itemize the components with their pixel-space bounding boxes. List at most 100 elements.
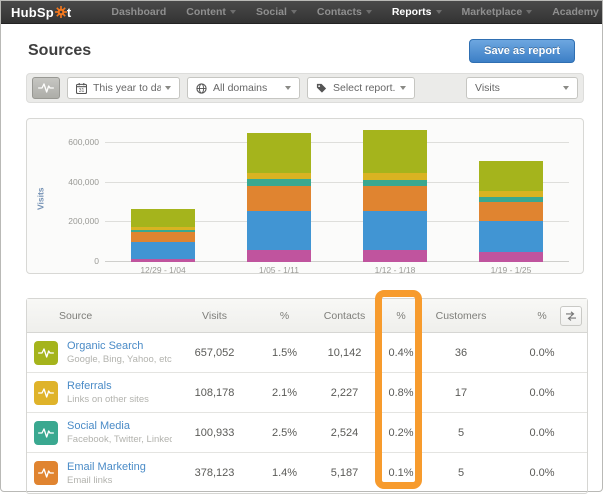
save-as-report-button[interactable]: Save as report bbox=[469, 39, 575, 63]
visits-pct-value: 1.5% bbox=[257, 333, 312, 373]
report-select-dropdown[interactable]: Select report... bbox=[307, 77, 415, 99]
visits-value: 378,123 bbox=[172, 453, 257, 493]
stacked-bar bbox=[479, 161, 543, 262]
transpose-columns-button[interactable] bbox=[560, 306, 582, 326]
contacts-pct-value: 0.8% bbox=[377, 373, 425, 413]
teal-segment bbox=[247, 179, 311, 186]
nav-item-marketplace[interactable]: Marketplace bbox=[462, 6, 533, 18]
chevron-down-icon bbox=[366, 10, 372, 14]
nav-item-dashboard[interactable]: Dashboard bbox=[111, 6, 166, 18]
contacts-pct-value: 0.1% bbox=[377, 453, 425, 493]
nav-item-academy[interactable]: Academy bbox=[552, 6, 603, 18]
col-header-visits-pct: % bbox=[257, 299, 312, 333]
blue-segment bbox=[479, 221, 543, 252]
green-segment bbox=[363, 130, 427, 173]
blue-segment bbox=[363, 211, 427, 249]
customers-link[interactable]: 5 bbox=[425, 413, 497, 453]
x-axis-tick-label: 12/29 - 1/04 bbox=[105, 265, 221, 275]
chart-plot-area: 0200,000400,000600,000 bbox=[105, 129, 569, 262]
page-title: Sources bbox=[28, 42, 91, 60]
globe-icon bbox=[196, 83, 207, 94]
chart-view-toggle-button[interactable] bbox=[32, 77, 60, 99]
chevron-down-icon bbox=[526, 10, 532, 14]
orange-segment bbox=[131, 232, 195, 242]
hubspot-sprocket-icon bbox=[55, 6, 67, 18]
metric-dropdown[interactable]: Visits bbox=[466, 77, 578, 99]
y-axis-tick-label: 0 bbox=[94, 256, 99, 266]
col-header-customers: Customers bbox=[425, 299, 497, 333]
customers-pct-value: 0.0% bbox=[497, 453, 587, 493]
source-link[interactable]: Email Marketing bbox=[67, 461, 146, 473]
organic-search-waveform-icon bbox=[34, 341, 58, 365]
chevron-down-icon bbox=[285, 86, 291, 90]
bars-container bbox=[105, 129, 569, 262]
nav-item-social[interactable]: Social bbox=[256, 6, 297, 18]
swap-arrows-icon bbox=[565, 311, 577, 321]
stacked-bar bbox=[247, 133, 311, 262]
domain-dropdown[interactable]: All domains bbox=[187, 77, 300, 99]
svg-text:31: 31 bbox=[79, 88, 85, 94]
nav-item-contacts[interactable]: Contacts bbox=[317, 6, 372, 18]
orange-segment bbox=[363, 186, 427, 212]
bar-slot bbox=[105, 129, 221, 262]
visits-pct-value: 1.4% bbox=[257, 453, 312, 493]
source-subtitle: Links on other sites bbox=[67, 394, 149, 405]
customers-pct-value: 0.0% bbox=[497, 373, 587, 413]
report-select-value: Select report... bbox=[333, 82, 396, 94]
stacked-bar bbox=[363, 130, 427, 262]
visits-value: 657,052 bbox=[172, 333, 257, 373]
sources-table: Source Visits % Contacts % Customers % O… bbox=[26, 298, 588, 494]
source-link[interactable]: Organic Search bbox=[67, 340, 172, 352]
date-range-dropdown[interactable]: 31 This year to date bbox=[67, 77, 180, 99]
referrals-waveform-icon bbox=[34, 381, 58, 405]
chart-x-axis-labels: 12/29 - 1/041/05 - 1/111/12 - 1/181/19 -… bbox=[105, 265, 569, 275]
blue-segment bbox=[247, 211, 311, 250]
orange-segment bbox=[479, 202, 543, 222]
hubspot-logo[interactable]: HubSp t bbox=[11, 5, 71, 20]
customers-link[interactable]: 36 bbox=[425, 333, 497, 373]
col-header-contacts-pct: % bbox=[377, 299, 425, 333]
filter-toolbar: 31 This year to date All domains Select … bbox=[26, 73, 584, 103]
green-segment bbox=[247, 133, 311, 173]
contacts-link[interactable]: 5,187 bbox=[312, 453, 377, 493]
stacked-bar bbox=[131, 209, 195, 262]
source-link[interactable]: Social Media bbox=[67, 420, 172, 432]
sources-chart-panel: Visits 0200,000400,000600,000 12/29 - 1/… bbox=[26, 118, 584, 274]
y-axis-tick-label: 600,000 bbox=[68, 137, 99, 147]
customers-link[interactable]: 17 bbox=[425, 373, 497, 413]
tag-icon bbox=[316, 83, 327, 94]
table-header-row: Source Visits % Contacts % Customers % bbox=[27, 299, 587, 333]
nav-items: Dashboard Content Social Contacts Report… bbox=[101, 6, 603, 18]
x-axis-tick-label: 1/12 - 1/18 bbox=[337, 265, 453, 275]
table-row-organic-search: Organic SearchGoogle, Bing, Yahoo, etc. … bbox=[27, 333, 587, 373]
source-link[interactable]: Referrals bbox=[67, 380, 149, 392]
domain-value: All domains bbox=[213, 82, 281, 94]
contacts-link[interactable]: 2,524 bbox=[312, 413, 377, 453]
source-subtitle: Facebook, Twitter, LinkedI... bbox=[67, 434, 172, 445]
email-marketing-waveform-icon bbox=[34, 461, 58, 485]
nav-item-content[interactable]: Content bbox=[186, 6, 236, 18]
page-header: Sources Save as report bbox=[1, 24, 602, 63]
bar-slot bbox=[337, 129, 453, 262]
green-segment bbox=[479, 161, 543, 191]
visits-value: 100,933 bbox=[172, 413, 257, 453]
customers-pct-value: 0.0% bbox=[497, 333, 587, 373]
logo-text-pre: HubSp bbox=[11, 5, 54, 20]
visits-pct-value: 2.5% bbox=[257, 413, 312, 453]
col-header-contacts: Contacts bbox=[312, 299, 377, 333]
contacts-link[interactable]: 10,142 bbox=[312, 333, 377, 373]
contacts-link[interactable]: 2,227 bbox=[312, 373, 377, 413]
source-subtitle: Email links bbox=[67, 475, 146, 486]
calendar-icon: 31 bbox=[76, 83, 87, 94]
contacts-pct-value: 0.2% bbox=[377, 413, 425, 453]
date-range-value: This year to date bbox=[93, 82, 161, 94]
customers-link[interactable]: 5 bbox=[425, 453, 497, 493]
top-navigation-bar: HubSp t Dashboard Content Social Contact… bbox=[1, 1, 602, 24]
nav-item-reports[interactable]: Reports bbox=[392, 6, 442, 18]
bar-slot bbox=[221, 129, 337, 262]
chart-y-axis-label: Visits bbox=[35, 187, 45, 210]
green-segment bbox=[131, 209, 195, 227]
col-header-customers-pct: % bbox=[497, 299, 587, 333]
x-axis-tick-label: 1/05 - 1/11 bbox=[221, 265, 337, 275]
social-media-waveform-icon bbox=[34, 421, 58, 445]
